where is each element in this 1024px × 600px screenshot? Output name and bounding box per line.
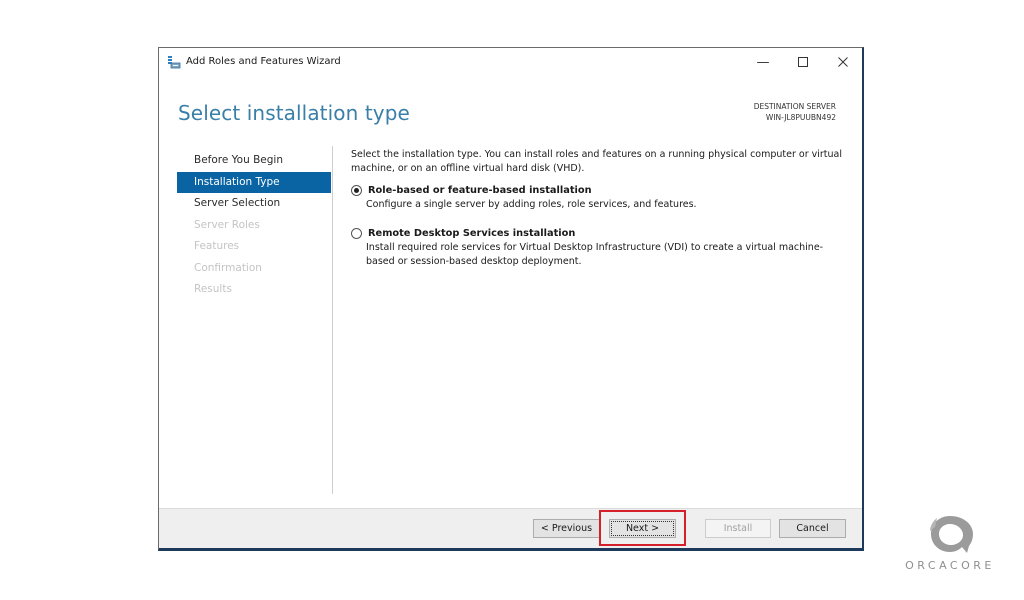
- option-remote-desktop[interactable]: Remote Desktop Services installation Ins…: [351, 226, 851, 269]
- orcacore-logo-icon: [930, 516, 973, 553]
- nav-item-results: Results: [194, 283, 232, 295]
- maximize-icon: [798, 57, 808, 67]
- title-bar: Add Roles and Features Wizard —: [159, 48, 862, 76]
- option-description: Install required role services for Virtu…: [366, 242, 824, 267]
- orcacore-watermark: ORCACORE: [900, 512, 1000, 577]
- option-label[interactable]: Remote Desktop Services installation: [368, 228, 575, 239]
- wizard-window: Add Roles and Features Wizard — Select i…: [158, 47, 864, 551]
- destination-server-label: DESTINATION SERVER: [753, 102, 836, 111]
- button-bar: < Previous Next > Install Cancel: [159, 508, 862, 548]
- nav-item-confirmation: Confirmation: [194, 261, 262, 274]
- content-pane: Select the installation type. You can in…: [351, 148, 851, 283]
- window-title: Add Roles and Features Wizard: [186, 56, 341, 67]
- nav-item-server-selection[interactable]: Server Selection: [177, 193, 331, 215]
- intro-text: Select the installation type. You can in…: [351, 149, 843, 174]
- option-description: Configure a single server by adding role…: [366, 199, 697, 210]
- watermark-text: ORCACORE: [905, 559, 995, 572]
- destination-server-info: DESTINATION SERVER WIN-JL8PUUBN492: [754, 101, 836, 123]
- destination-server-name: WIN-JL8PUUBN492: [765, 113, 836, 122]
- option-role-based[interactable]: Role-based or feature-based installation…: [351, 183, 851, 212]
- cancel-button[interactable]: Cancel: [779, 519, 846, 538]
- close-button[interactable]: [823, 48, 863, 76]
- close-icon: [838, 57, 848, 67]
- minimize-button[interactable]: —: [743, 48, 783, 76]
- radio-role-based[interactable]: [351, 184, 362, 196]
- nav-item-server-roles: Server Roles: [194, 218, 260, 231]
- minimize-icon: —: [756, 54, 770, 70]
- nav-item-before-you-begin[interactable]: Before You Begin: [177, 150, 331, 172]
- server-manager-icon: [168, 56, 181, 69]
- maximize-button[interactable]: [783, 48, 823, 76]
- radio-remote-desktop[interactable]: [351, 227, 362, 239]
- wizard-steps-nav: Before You Begin Installation Type Serve…: [177, 150, 331, 301]
- nav-divider: [332, 146, 333, 494]
- previous-button[interactable]: < Previous: [533, 519, 600, 538]
- nav-item-installation-type[interactable]: Installation Type: [177, 171, 331, 193]
- next-button-highlight-annotation: [599, 510, 686, 546]
- install-button: Install: [705, 519, 771, 538]
- nav-item-features: Features: [194, 240, 240, 252]
- option-label[interactable]: Role-based or feature-based installation: [368, 185, 592, 196]
- page-title: Select installation type: [178, 101, 410, 125]
